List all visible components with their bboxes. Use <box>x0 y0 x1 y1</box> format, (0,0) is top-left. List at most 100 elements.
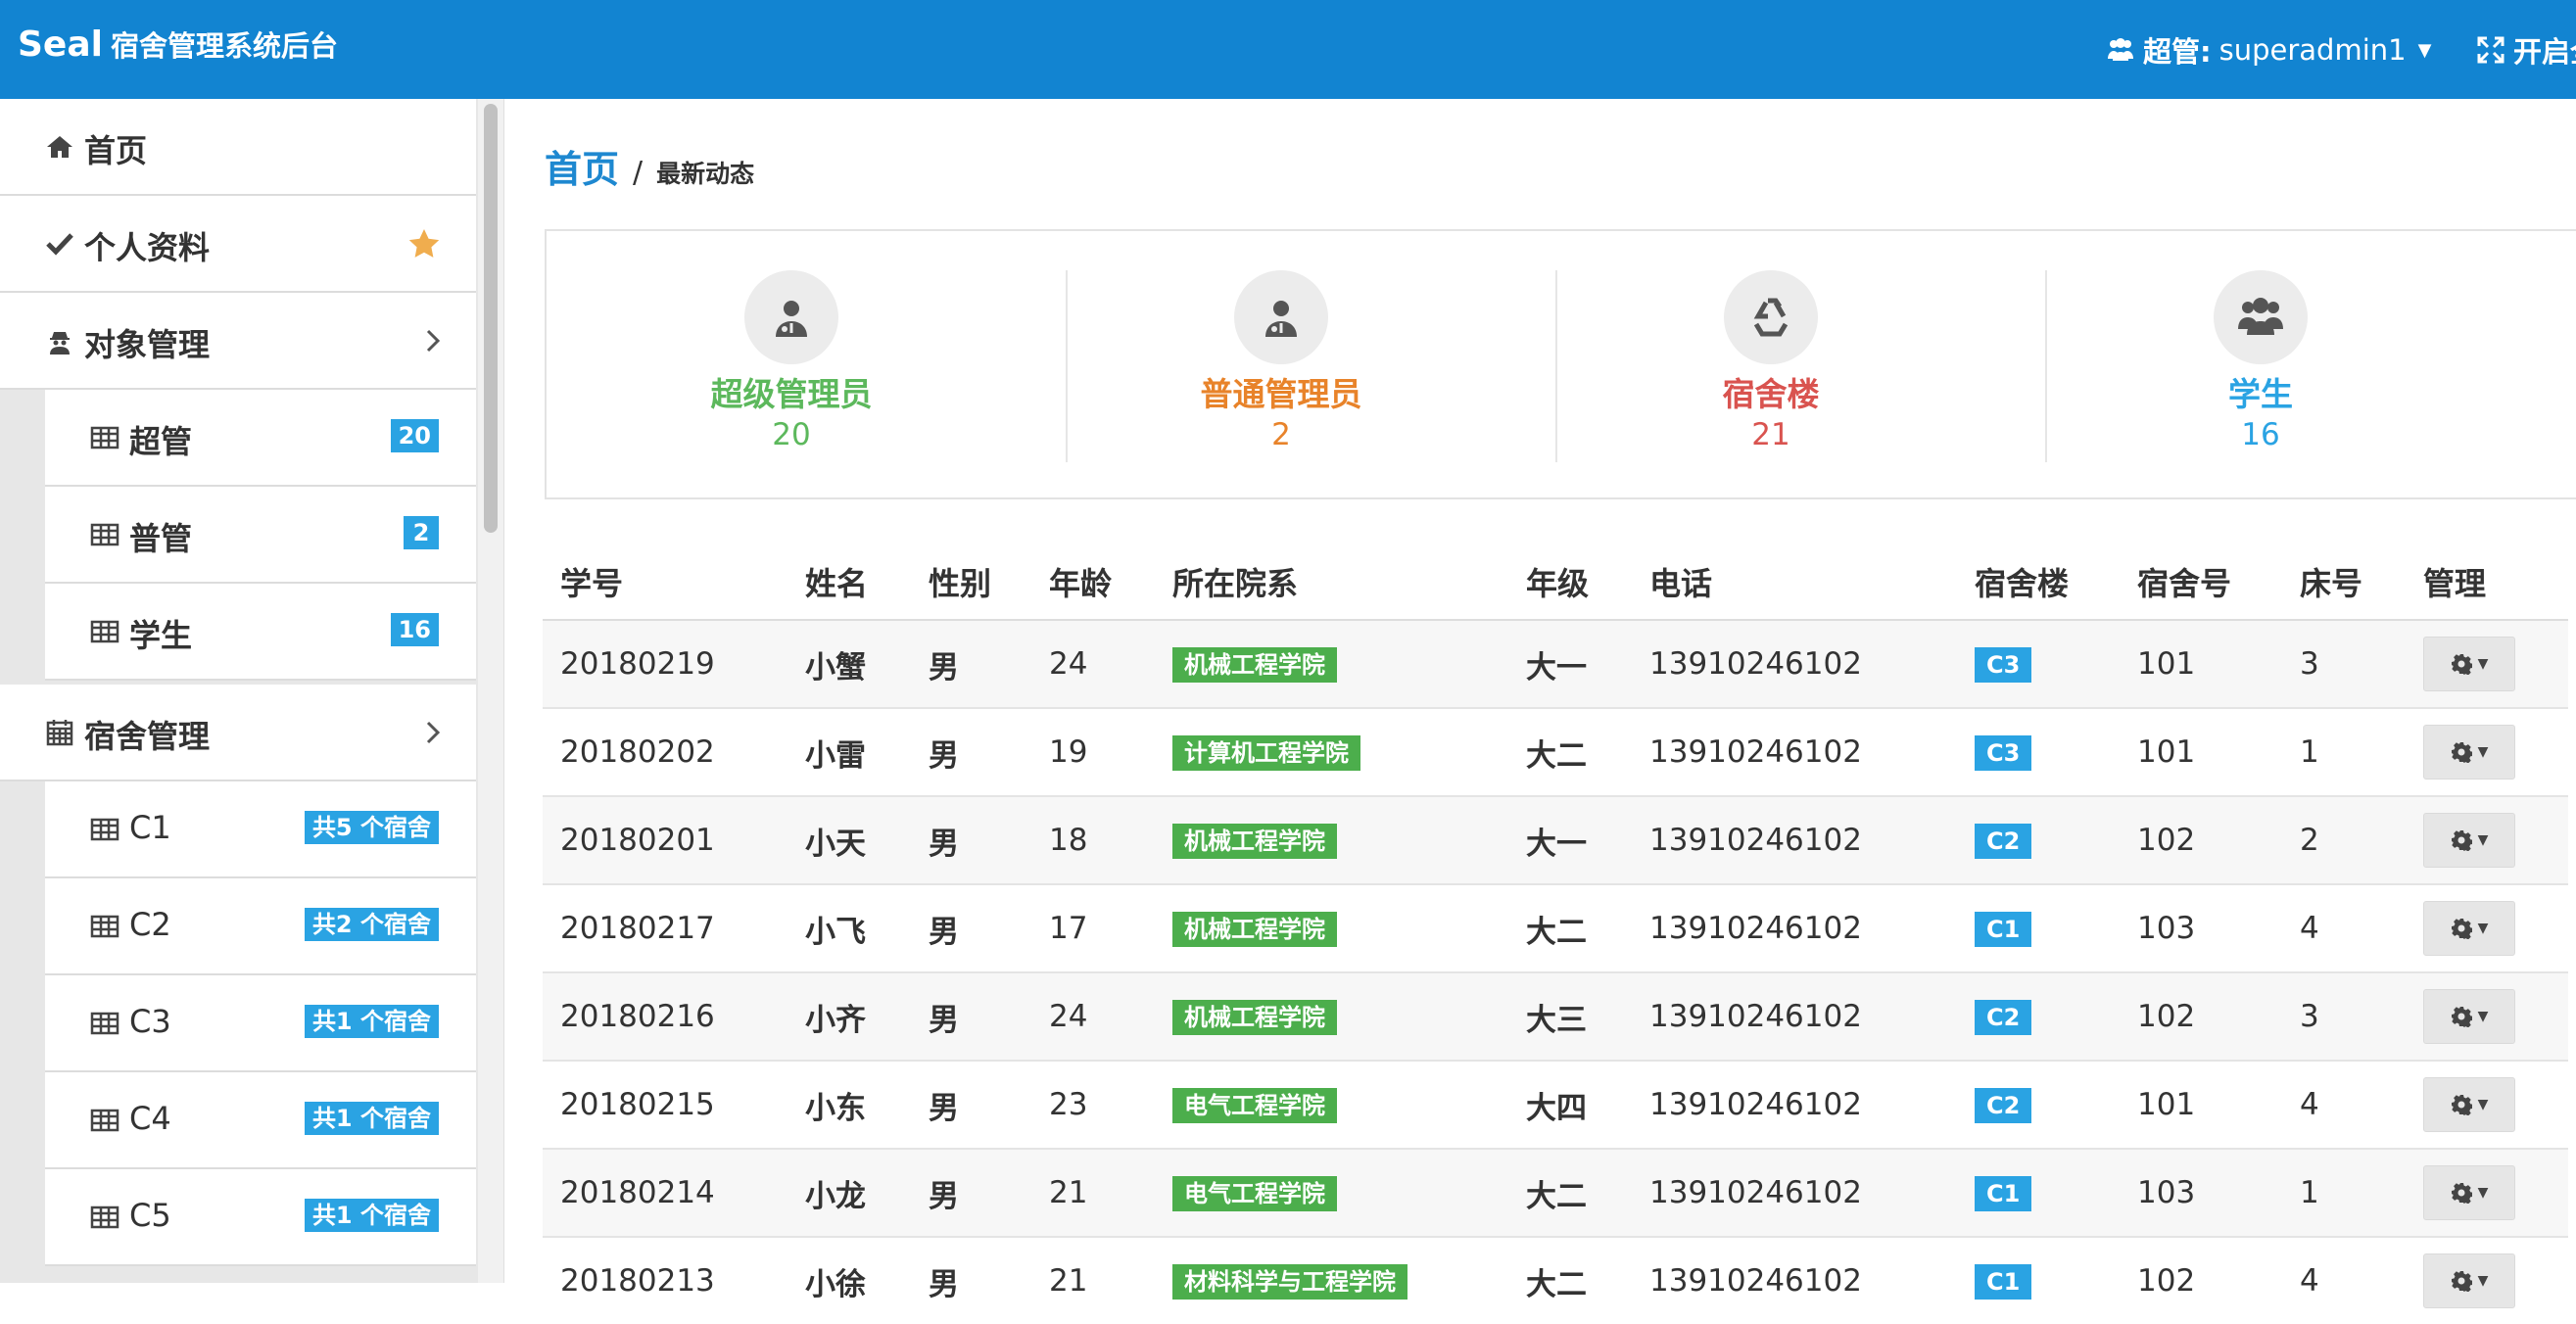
stat-count: 20 <box>772 417 811 452</box>
caret-down-icon: ▼ <box>2477 1273 2489 1289</box>
brand-logo[interactable]: Seal 宿舍管理系统后台 <box>18 24 338 65</box>
cell-bed: 4 <box>2282 883 2406 972</box>
stat-dorm-buildings[interactable]: 宿舍楼 21 <box>1526 231 2016 499</box>
cell-age: 24 <box>1031 971 1155 1061</box>
cell-bed: 4 <box>2282 1060 2406 1149</box>
table-icon <box>90 915 119 938</box>
caret-down-icon: ▼ <box>2477 744 2489 760</box>
manage-dropdown-button[interactable]: ▼ <box>2423 1253 2515 1308</box>
cell-bed: 3 <box>2282 619 2406 708</box>
caret-down-icon: ▼ <box>2417 39 2432 61</box>
cell-grade: 大二 <box>1508 883 1632 972</box>
cell-phone: 13910246102 <box>1632 795 1957 884</box>
gear-icon <box>2451 742 2472 763</box>
sidebar-item-superadmins[interactable]: 超管 20 <box>45 390 476 487</box>
caret-down-icon: ▼ <box>2477 1185 2489 1201</box>
column-header[interactable]: 所在院系 <box>1155 544 1508 621</box>
manage-dropdown-button[interactable]: ▼ <box>2423 1077 2515 1132</box>
table-row[interactable]: 20180217 小飞 男 17 机械工程学院 大二 13910246102 C… <box>543 883 2568 972</box>
stat-label: 宿舍楼 <box>1722 375 1820 413</box>
sidebar-item-admins[interactable]: 普管 2 <box>45 487 476 584</box>
cell-student-id: 20180217 <box>543 883 787 972</box>
cell-manage: ▼ <box>2406 883 2568 972</box>
cell-room: 102 <box>2120 971 2282 1061</box>
manage-dropdown-button[interactable]: ▼ <box>2423 989 2515 1044</box>
table-row[interactable]: 20180219 小蟹 男 24 机械工程学院 大一 13910246102 C… <box>543 619 2568 708</box>
cell-department: 机械工程学院 <box>1155 883 1508 972</box>
column-header[interactable]: 电话 <box>1632 544 1957 621</box>
breadcrumb-home-link[interactable]: 首页 <box>545 139 619 193</box>
sidebar-item-label: C1 <box>129 809 171 846</box>
caret-down-icon: ▼ <box>2477 1009 2489 1024</box>
sidebar-item-building-c3[interactable]: C3 共1 个宿舍 <box>45 975 476 1072</box>
cell-phone: 13910246102 <box>1632 1060 1957 1149</box>
table-row[interactable]: 20180202 小雷 男 19 计算机工程学院 大二 13910246102 … <box>543 707 2568 796</box>
table-row[interactable]: 20180216 小齐 男 24 机械工程学院 大三 13910246102 C… <box>543 971 2568 1061</box>
column-header[interactable]: 姓名 <box>787 544 911 621</box>
user-dropdown[interactable]: 超管: superadmin1 ▼ <box>2106 29 2431 71</box>
stat-superadmins[interactable]: 超级管理员 20 <box>547 231 1036 499</box>
stat-students[interactable]: 学生 16 <box>2016 231 2505 499</box>
cell-student-id: 20180202 <box>543 707 787 796</box>
column-header[interactable]: 宿舍楼 <box>1957 544 2120 621</box>
sidebar-item-label: 学生 <box>129 617 193 654</box>
manage-dropdown-button[interactable]: ▼ <box>2423 813 2515 868</box>
cell-student-id: 20180201 <box>543 795 787 884</box>
cell-bed: 2 <box>2282 795 2406 884</box>
cell-student-id: 20180216 <box>543 971 787 1061</box>
column-header[interactable]: 床号 <box>2282 544 2406 621</box>
cell-room: 103 <box>2120 883 2282 972</box>
table-icon <box>90 620 119 643</box>
sidebar-item-dorm-management[interactable]: 宿舍管理 <box>0 685 476 781</box>
department-label: 机械工程学院 <box>1172 912 1337 947</box>
cell-phone: 13910246102 <box>1632 707 1957 796</box>
gear-icon <box>2451 1271 2472 1292</box>
caret-down-icon: ▼ <box>2477 832 2489 848</box>
sidebar-item-building-c5[interactable]: C5 共1 个宿舍 <box>45 1169 476 1266</box>
gear-icon <box>2451 1183 2472 1204</box>
cell-age: 24 <box>1031 619 1155 708</box>
stat-icon-circle <box>1234 270 1328 364</box>
department-label: 计算机工程学院 <box>1172 735 1360 771</box>
column-header[interactable]: 年级 <box>1508 544 1632 621</box>
table-row[interactable]: 20180214 小龙 男 21 电气工程学院 大二 13910246102 C… <box>543 1148 2568 1237</box>
sidebar-item-home[interactable]: 首页 <box>0 99 476 196</box>
manage-dropdown-button[interactable]: ▼ <box>2423 637 2515 691</box>
table-row[interactable]: 20180215 小东 男 23 电气工程学院 大四 13910246102 C… <box>543 1060 2568 1149</box>
sidebar-item-object-management[interactable]: 对象管理 <box>0 293 476 390</box>
gear-icon <box>2451 919 2472 939</box>
sidebar-scrollbar-thumb[interactable] <box>484 104 498 533</box>
cell-bed: 4 <box>2282 1236 2406 1324</box>
sidebar-item-students[interactable]: 学生 16 <box>45 584 476 681</box>
sidebar-item-label: 个人资料 <box>84 229 211 266</box>
cell-age: 19 <box>1031 707 1155 796</box>
manage-dropdown-button[interactable]: ▼ <box>2423 1165 2515 1220</box>
cell-room: 102 <box>2120 1236 2282 1324</box>
cell-department: 机械工程学院 <box>1155 619 1508 708</box>
stat-icon-circle <box>1724 270 1818 364</box>
table-row[interactable]: 20180213 小徐 男 21 材料科学与工程学院 大二 1391024610… <box>543 1236 2568 1324</box>
column-header[interactable]: 宿舍号 <box>2120 544 2282 621</box>
column-header[interactable]: 性别 <box>911 544 1031 621</box>
table-row[interactable]: 20180201 小天 男 18 机械工程学院 大一 13910246102 C… <box>543 795 2568 884</box>
column-header[interactable]: 学号 <box>543 544 787 621</box>
sidebar-item-label: C2 <box>129 906 171 943</box>
home-icon <box>47 136 72 158</box>
column-header[interactable]: 年龄 <box>1031 544 1155 621</box>
manage-dropdown-button[interactable]: ▼ <box>2423 725 2515 780</box>
sidebar-item-building-c4[interactable]: C4 共1 个宿舍 <box>45 1072 476 1169</box>
sidebar-item-building-c1[interactable]: C1 共5 个宿舍 <box>45 781 476 878</box>
sidebar-item-profile[interactable]: 个人资料 <box>0 196 476 293</box>
sidebar-item-building-c2[interactable]: C2 共2 个宿舍 <box>45 878 476 975</box>
manage-dropdown-button[interactable]: ▼ <box>2423 901 2515 956</box>
recycle-icon <box>1753 298 1789 337</box>
cell-gender: 男 <box>911 619 1031 708</box>
fullscreen-toggle[interactable]: 开启全 <box>2476 29 2576 71</box>
cell-age: 23 <box>1031 1060 1155 1149</box>
cell-name: 小飞 <box>787 883 911 972</box>
count-badge: 共2 个宿舍 <box>304 908 439 941</box>
gear-icon <box>2451 1095 2472 1115</box>
column-header: 管理 <box>2406 544 2568 621</box>
cell-age: 21 <box>1031 1148 1155 1237</box>
stat-admins[interactable]: 普通管理员 2 <box>1036 231 1526 499</box>
